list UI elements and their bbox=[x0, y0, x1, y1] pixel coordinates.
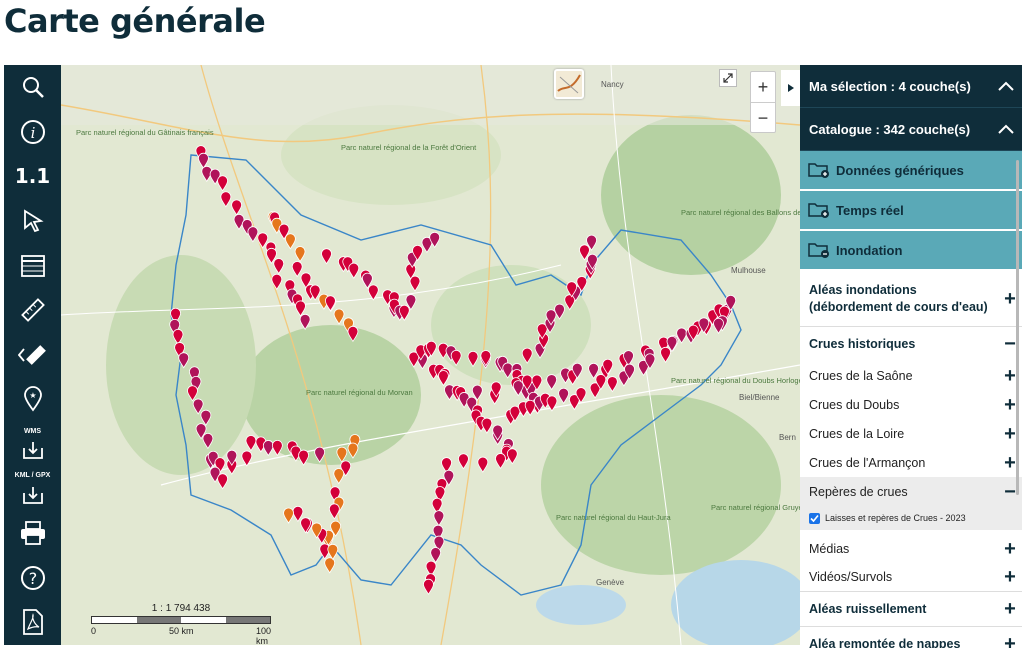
folder-plus-icon bbox=[808, 203, 829, 218]
folder-minus-icon bbox=[808, 243, 829, 258]
basemap: Nancy Parc naturel régional du Gâtinais … bbox=[61, 65, 800, 645]
layer-crues-saone[interactable]: Crues de la Saône + bbox=[800, 361, 1022, 390]
panel-scrollbar[interactable] bbox=[1016, 160, 1019, 495]
scale-tick: 0 bbox=[91, 626, 97, 636]
place-label: Nancy bbox=[601, 80, 624, 89]
layer-crues-loire[interactable]: Crues de la Loire + bbox=[800, 419, 1022, 448]
park-label-foret-orient: Parc naturel régional de la Forêt d'Orie… bbox=[341, 143, 477, 152]
scale-bar: 1 : 1 794 438 0 50 km 100 km bbox=[91, 603, 271, 645]
measure-ruler-icon[interactable] bbox=[4, 288, 61, 333]
place-label-geneve: Genève bbox=[596, 578, 625, 587]
layer-alea-nappes[interactable]: Aléa remontée de nappes + bbox=[800, 627, 1022, 648]
scale-ratio: 1 : 1 794 438 bbox=[151, 603, 211, 614]
place-label-biel: Biel/Bienne bbox=[739, 393, 780, 402]
plus-icon[interactable]: + bbox=[1002, 567, 1018, 587]
plus-icon[interactable]: + bbox=[1002, 599, 1018, 619]
svg-text:Parc naturel régional du Gâtin: Parc naturel régional du Gâtinais frança… bbox=[76, 128, 214, 137]
zoom-control: + − bbox=[750, 71, 776, 133]
svg-text:i: i bbox=[30, 124, 35, 142]
group-temps-reel[interactable]: Temps réel bbox=[800, 191, 1022, 231]
pdf-export-icon[interactable] bbox=[4, 600, 61, 645]
scale-tick: 50 km bbox=[169, 626, 194, 636]
layer-panel: Ma sélection : 4 couche(s) Catalogue : 3… bbox=[800, 65, 1022, 648]
layer-laisses-reperes-2023[interactable]: Laisses et repères de Crues - 2023 bbox=[800, 506, 1022, 530]
svg-text:★: ★ bbox=[29, 391, 36, 400]
layer-crues-doubs[interactable]: Crues du Doubs + bbox=[800, 390, 1022, 419]
layer-crues-historiques[interactable]: Crues historiques − bbox=[800, 327, 1022, 361]
map-view[interactable]: Nancy Parc naturel régional du Gâtinais … bbox=[61, 65, 800, 645]
page-title: Carte générale bbox=[4, 2, 266, 40]
legend-list-icon[interactable] bbox=[4, 243, 61, 288]
place-label-bern: Bern bbox=[779, 433, 796, 442]
basemap-switcher[interactable] bbox=[554, 69, 584, 99]
catalogue-header[interactable]: Catalogue : 342 couche(s) bbox=[800, 108, 1022, 151]
zoom-out-button[interactable]: − bbox=[751, 103, 775, 133]
folder-plus-icon bbox=[808, 163, 829, 178]
search-icon[interactable] bbox=[4, 65, 61, 110]
plus-icon[interactable]: + bbox=[1002, 634, 1018, 648]
layer-alea-ruissellement[interactable]: Aléas ruissellement + bbox=[800, 592, 1022, 627]
park-label-doubs: Parc naturel régional du Doubs Horloger bbox=[671, 376, 800, 385]
map-toolbar: i 1.1 ★ WMS KML / GPX ? bbox=[4, 65, 61, 645]
place-label-mulhouse: Mulhouse bbox=[731, 266, 766, 275]
park-label-vosges: Parc naturel régional des Ballons des Vo… bbox=[681, 208, 800, 217]
fullscreen-icon[interactable] bbox=[719, 69, 737, 87]
poi-marker-icon[interactable]: ★ bbox=[4, 377, 61, 422]
select-arrow-icon[interactable] bbox=[4, 199, 61, 244]
catalogue-label: Catalogue : 342 couche(s) bbox=[809, 121, 971, 137]
panel-collapse-button[interactable] bbox=[781, 70, 800, 106]
svg-text:?: ? bbox=[28, 569, 37, 588]
park-label-morvan: Parc naturel régional du Morvan bbox=[306, 388, 413, 397]
checkbox-checked[interactable] bbox=[809, 512, 820, 524]
group-donnees-generiques[interactable]: Données génériques bbox=[800, 151, 1022, 191]
layer-videos-survols[interactable]: Vidéos/Survols + bbox=[800, 563, 1022, 592]
wms-import-icon[interactable]: WMS bbox=[4, 422, 61, 467]
layer-reperes-crues[interactable]: Repères de crues − bbox=[800, 477, 1022, 506]
scale-tick: 100 km bbox=[256, 626, 272, 645]
group-inondation[interactable]: Inondation bbox=[800, 231, 1022, 271]
help-icon[interactable]: ? bbox=[4, 556, 61, 601]
park-label-gatinais: Parc naturel régional du Gâtinais frança… bbox=[76, 128, 214, 137]
selection-label: Ma sélection : 4 couche(s) bbox=[809, 78, 971, 94]
kml-gpx-import-icon[interactable]: KML / GPX bbox=[4, 466, 61, 511]
park-label-haut-jura: Parc naturel régional du Haut-Jura bbox=[556, 513, 671, 522]
ratio-tool[interactable]: 1.1 bbox=[4, 154, 61, 199]
layer-crues-armancon[interactable]: Crues de l'Armançon + bbox=[800, 448, 1022, 477]
selection-header[interactable]: Ma sélection : 4 couche(s) bbox=[800, 65, 1022, 108]
chevron-up-icon bbox=[998, 124, 1014, 134]
zoom-in-button[interactable]: + bbox=[751, 72, 775, 102]
layer-alea-inondations[interactable]: Aléas inondations (débordement de cours … bbox=[800, 271, 1022, 327]
print-icon[interactable] bbox=[4, 511, 61, 556]
park-label-gruyere: Parc naturel régional Gruyère Pays-d'Enh… bbox=[711, 503, 800, 512]
info-icon[interactable]: i bbox=[4, 110, 61, 155]
chevron-up-icon bbox=[998, 81, 1014, 91]
measure-area-icon[interactable] bbox=[4, 333, 61, 378]
layer-medias[interactable]: Médias + bbox=[800, 534, 1022, 563]
plus-icon[interactable]: + bbox=[1002, 539, 1018, 559]
